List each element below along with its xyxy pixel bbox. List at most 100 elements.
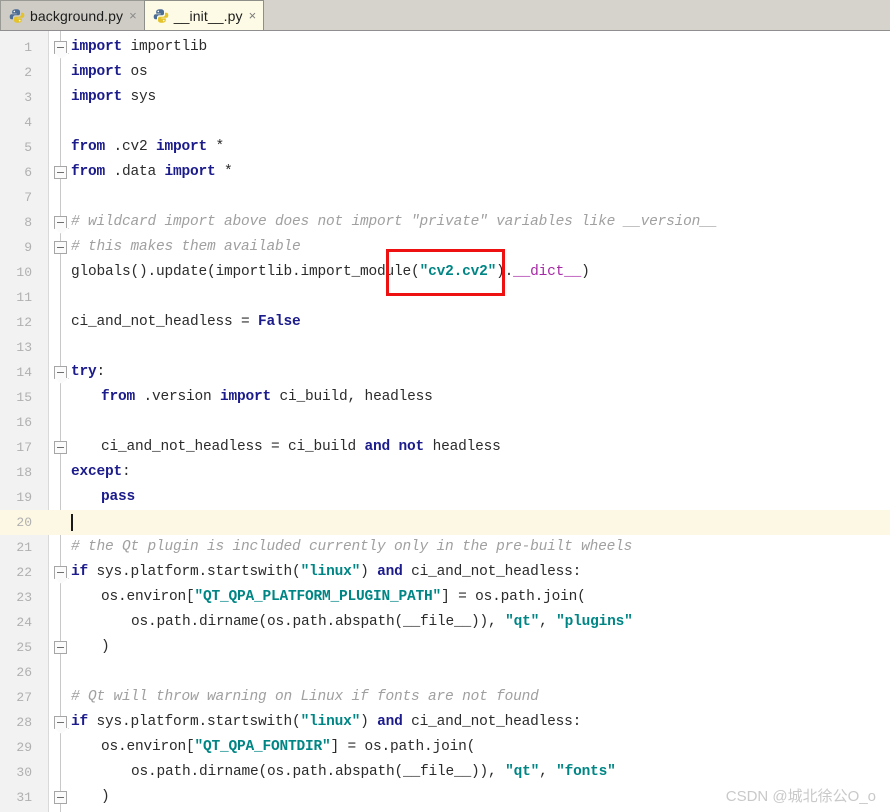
code-token-pl: os.path.dirname(os.path.abspath(__file__… xyxy=(131,764,506,780)
line-number: 4 xyxy=(0,110,40,135)
code-fold-toggle[interactable] xyxy=(54,166,67,179)
editor-tab-1[interactable]: background.py × xyxy=(0,0,145,30)
code-line-text: ) xyxy=(101,635,110,660)
code-line-text: globals().update(importlib.import_module… xyxy=(71,260,590,285)
code-fold-toggle[interactable] xyxy=(54,791,67,804)
code-line-text: from .cv2 import * xyxy=(71,135,224,160)
code-line-row[interactable]: 1 import importlib xyxy=(0,35,890,60)
code-line-text: ci_and_not_headless = False xyxy=(71,310,301,335)
code-line-text: if sys.platform.startswith(″linux″) and … xyxy=(71,560,581,585)
code-line-row[interactable]: 27 # Qt will throw warning on Linux if fo… xyxy=(0,685,890,710)
code-token-pl: .version xyxy=(135,389,221,405)
code-token-pl: ci_build, headless xyxy=(271,389,433,405)
code-line-row[interactable]: 12 ci_and_not_headless = False xyxy=(0,310,890,335)
code-fold-toggle[interactable] xyxy=(54,366,67,379)
close-icon[interactable]: × xyxy=(129,9,137,22)
code-token-kw: except xyxy=(71,464,123,480)
code-token-pl: .cv2 xyxy=(105,139,157,155)
code-line-row[interactable]: 6 from .data import * xyxy=(0,160,890,185)
code-line-row[interactable]: 7 xyxy=(0,185,890,210)
code-fold-toggle[interactable] xyxy=(54,241,67,254)
code-line-row[interactable]: 24 os.path.dirname(os.path.abspath(__file… xyxy=(0,610,890,635)
code-token-pl: ) xyxy=(101,639,110,655)
code-editor[interactable]: 1 import importlib 2 import os 3 import sys 4 5… xyxy=(0,31,890,812)
code-token-kw: and not xyxy=(364,439,425,455)
code-token-pl: * xyxy=(207,139,225,155)
editor-tab-2[interactable]: __init__.py × xyxy=(143,0,265,30)
code-fold-toggle[interactable] xyxy=(54,566,67,579)
line-number: 7 xyxy=(0,185,40,210)
code-token-str: ″linux″ xyxy=(300,714,361,730)
code-line-row[interactable]: 19 pass xyxy=(0,485,890,510)
code-token-kw: import xyxy=(164,164,216,180)
line-number: 18 xyxy=(0,460,40,485)
code-token-str: ″QT_QPA_FONTDIR″ xyxy=(194,739,331,755)
code-line-row[interactable]: 13 xyxy=(0,335,890,360)
code-fold-toggle[interactable] xyxy=(54,441,67,454)
code-token-kw: import xyxy=(220,389,272,405)
code-line-row[interactable]: 15 from .version import ci_build, headles… xyxy=(0,385,890,410)
line-number: 8 xyxy=(0,210,40,235)
close-icon[interactable]: × xyxy=(249,9,257,22)
code-line-row[interactable]: 21 # the Qt plugin is included currently … xyxy=(0,535,890,560)
code-line-row[interactable]: 29 os.environ[″QT_QPA_FONTDIR″] = os.path… xyxy=(0,735,890,760)
code-line-row[interactable]: 10 globals().update(importlib.import_modu… xyxy=(0,260,890,285)
code-token-kw: False xyxy=(258,314,301,330)
code-line-row[interactable]: 8 # wildcard import above does not import… xyxy=(0,210,890,235)
code-token-pl: , xyxy=(539,614,557,630)
code-line-text: from .data import * xyxy=(71,160,233,185)
code-token-pl: ) xyxy=(581,264,590,280)
code-token-kw: from xyxy=(71,164,106,180)
code-line-row[interactable]: 5 from .cv2 import * xyxy=(0,135,890,160)
code-line-row[interactable]: 26 xyxy=(0,660,890,685)
code-line-row[interactable]: 11 xyxy=(0,285,890,310)
code-line-row[interactable]: 18 except: xyxy=(0,460,890,485)
code-line-row[interactable]: 28 if sys.platform.startswith(″linux″) an… xyxy=(0,710,890,735)
code-line-text: os.path.dirname(os.path.abspath(__file__… xyxy=(131,760,616,785)
code-token-kw: if xyxy=(71,564,89,580)
line-number: 27 xyxy=(0,685,40,710)
code-fold-toggle[interactable] xyxy=(54,41,67,54)
line-number: 28 xyxy=(0,710,40,735)
code-token-str: ″plugins″ xyxy=(556,614,633,630)
code-line-text: # wildcard import above does not import … xyxy=(71,210,717,235)
code-token-pl: ] = os.path.join( xyxy=(330,739,476,755)
code-token-kw: if xyxy=(71,714,89,730)
editor-tab-label: background.py xyxy=(30,7,124,24)
code-fold-toggle[interactable] xyxy=(54,641,67,654)
code-line-row[interactable]: 20 xyxy=(0,510,890,535)
line-number: 5 xyxy=(0,135,40,160)
code-token-str: ″fonts″ xyxy=(556,764,616,780)
code-line-row[interactable]: 2 import os xyxy=(0,60,890,85)
code-token-str: ″cv2.cv2″ xyxy=(419,264,497,280)
line-number: 25 xyxy=(0,635,40,660)
line-number: 21 xyxy=(0,535,40,560)
code-token-pl: headless xyxy=(424,439,501,455)
code-token-pl: ) xyxy=(360,714,378,730)
line-number: 20 xyxy=(0,510,40,535)
code-line-row[interactable]: 17 ci_and_not_headless = ci_build and not… xyxy=(0,435,890,460)
code-line-row[interactable]: 25) xyxy=(0,635,890,660)
code-fold-toggle[interactable] xyxy=(54,216,67,229)
code-token-pl: os.path.dirname(os.path.abspath(__file__… xyxy=(131,614,506,630)
code-line-row[interactable]: 4 xyxy=(0,110,890,135)
code-token-str: ″qt″ xyxy=(505,764,540,780)
code-line-row[interactable]: 30 os.path.dirname(os.path.abspath(__file… xyxy=(0,760,890,785)
code-token-pl: sys xyxy=(122,89,157,105)
code-token-pl: os.environ[ xyxy=(101,739,195,755)
code-line-text: import os xyxy=(71,60,148,85)
code-fold-toggle[interactable] xyxy=(54,716,67,729)
code-line-row[interactable]: 3 import sys xyxy=(0,85,890,110)
code-line-text: os.path.dirname(os.path.abspath(__file__… xyxy=(131,610,633,635)
code-token-str: ″linux″ xyxy=(300,564,361,580)
line-number: 30 xyxy=(0,760,40,785)
code-line-row[interactable]: 23 os.environ[″QT_QPA_PLATFORM_PLUGIN_PAT… xyxy=(0,585,890,610)
code-line-row[interactable]: 9 # this makes them available xyxy=(0,235,890,260)
code-token-pl: * xyxy=(215,164,233,180)
code-line-row[interactable]: 14 try: xyxy=(0,360,890,385)
code-token-cmt: # wildcard import above does not import … xyxy=(71,214,718,230)
code-line-row[interactable]: 16 xyxy=(0,410,890,435)
code-token-pl: ci_and_not_headless = xyxy=(71,314,259,330)
code-line-row[interactable]: 22 if sys.platform.startswith(″linux″) an… xyxy=(0,560,890,585)
code-token-mag: __dict__ xyxy=(513,264,582,280)
